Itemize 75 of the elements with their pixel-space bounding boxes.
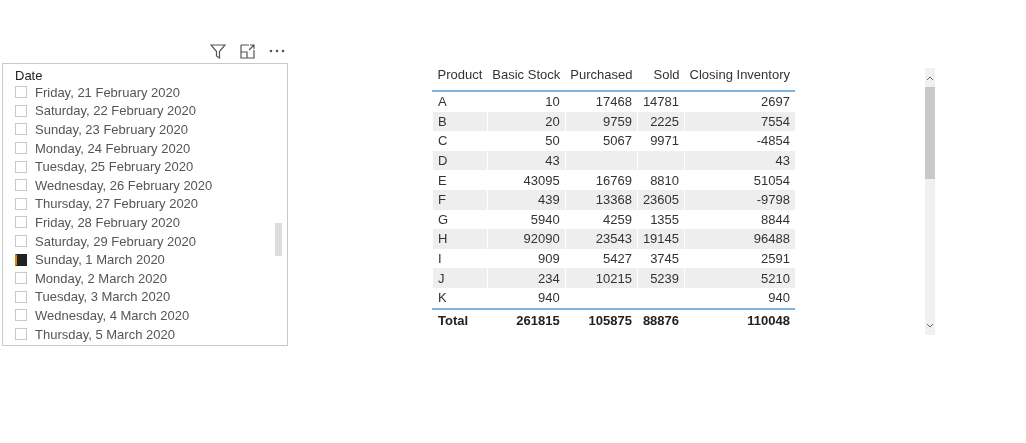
table-cell: 13368 bbox=[565, 189, 638, 210]
date-option[interactable]: Tuesday, 3 March 2020 bbox=[35, 289, 171, 305]
table-cell: F bbox=[432, 189, 488, 210]
table-cell: 17468 bbox=[565, 91, 638, 112]
table-cell: 2225 bbox=[637, 111, 685, 132]
table-cell: H bbox=[432, 229, 488, 249]
date-option[interactable]: Friday, 28 February 2020 bbox=[35, 214, 180, 230]
checkbox[interactable] bbox=[15, 253, 27, 266]
table-cell: 20 bbox=[487, 111, 566, 132]
scrollbar[interactable] bbox=[925, 68, 935, 335]
more-options-icon[interactable] bbox=[269, 49, 285, 53]
table-cell: J bbox=[432, 268, 488, 288]
date-option[interactable]: Wednesday, 26 February 2020 bbox=[35, 177, 213, 193]
table-cell: 92090 bbox=[487, 229, 566, 249]
slicer-title: Date bbox=[15, 68, 44, 83]
table-cell: 9971 bbox=[637, 131, 685, 151]
table-cell: 234 bbox=[487, 268, 566, 288]
table-cell: 7554 bbox=[684, 111, 795, 132]
total-cell: 110048 bbox=[684, 308, 795, 332]
table-cell: 23543 bbox=[565, 229, 638, 249]
table-cell: 5067 bbox=[565, 131, 638, 151]
date-option[interactable]: Tuesday, 25 February 2020 bbox=[35, 159, 194, 175]
date-option[interactable]: Sunday, 23 February 2020 bbox=[35, 122, 188, 137]
table-cell: C bbox=[432, 131, 488, 151]
table-cell: 5210 bbox=[684, 268, 795, 288]
table-cell: 43 bbox=[684, 150, 795, 171]
date-option[interactable]: Sunday, 1 March 2020 bbox=[35, 252, 165, 268]
table-cell: 14781 bbox=[637, 91, 685, 112]
table-cell: 50 bbox=[487, 131, 566, 151]
table-cell: -9798 bbox=[684, 189, 795, 210]
table-cell: E bbox=[432, 170, 488, 190]
table-cell: 51054 bbox=[684, 170, 795, 190]
total-cell: 105875 bbox=[565, 308, 638, 332]
scroll-up-icon[interactable] bbox=[926, 76, 934, 81]
table-cell: 23605 bbox=[637, 189, 685, 210]
table-cell: 940 bbox=[487, 287, 566, 309]
table-cell: 10215 bbox=[565, 268, 638, 288]
table-cell: 16769 bbox=[565, 170, 638, 190]
date-option[interactable]: Thursday, 27 February 2020 bbox=[35, 196, 199, 212]
total-cell: 88876 bbox=[637, 308, 685, 332]
column-header[interactable]: Sold bbox=[637, 65, 685, 91]
date-option[interactable]: Wednesday, 4 March 2020 bbox=[35, 307, 190, 323]
total-cell: 261815 bbox=[487, 308, 566, 332]
table-cell: 9759 bbox=[565, 111, 638, 132]
table-cell: K bbox=[432, 287, 488, 309]
filter-icon[interactable] bbox=[210, 43, 226, 59]
column-header[interactable]: Product bbox=[432, 65, 488, 91]
focus-mode-icon[interactable] bbox=[240, 43, 255, 59]
date-option[interactable]: Saturday, 22 February 2020 bbox=[35, 103, 196, 119]
table-cell: 43 bbox=[487, 150, 566, 171]
table-cell: B bbox=[432, 111, 488, 132]
table-cell: 19145 bbox=[637, 229, 685, 249]
column-header[interactable]: Basic Stock bbox=[487, 65, 566, 91]
date-option[interactable]: Monday, 24 February 2020 bbox=[35, 140, 191, 156]
column-header[interactable]: Purchased bbox=[565, 65, 638, 91]
total-cell: Total bbox=[432, 308, 488, 332]
date-option[interactable]: Saturday, 29 February 2020 bbox=[35, 233, 196, 249]
table-cell: 940 bbox=[684, 287, 795, 309]
table-cell: 5239 bbox=[637, 268, 685, 288]
table-cell: 439 bbox=[487, 189, 566, 210]
table-cell: 2697 bbox=[684, 91, 795, 112]
scroll-down-icon[interactable] bbox=[926, 323, 934, 328]
scrollbar-thumb[interactable] bbox=[925, 87, 935, 179]
date-option[interactable]: Thursday, 5 March 2020 bbox=[35, 326, 175, 342]
date-option[interactable]: Friday, 21 February 2020 bbox=[35, 84, 180, 100]
table-cell: A bbox=[432, 91, 488, 112]
table-cell: 43095 bbox=[487, 170, 566, 190]
scrollbar-thumb[interactable] bbox=[275, 223, 282, 256]
table-cell: -4854 bbox=[684, 131, 795, 151]
table-cell: D bbox=[432, 150, 488, 171]
table-cell: 96488 bbox=[684, 229, 795, 249]
table-cell: 8810 bbox=[637, 170, 685, 190]
table-cell: 10 bbox=[487, 91, 566, 112]
date-option[interactable]: Monday, 2 March 2020 bbox=[35, 270, 167, 286]
column-header[interactable]: Closing Inventory bbox=[684, 65, 795, 91]
